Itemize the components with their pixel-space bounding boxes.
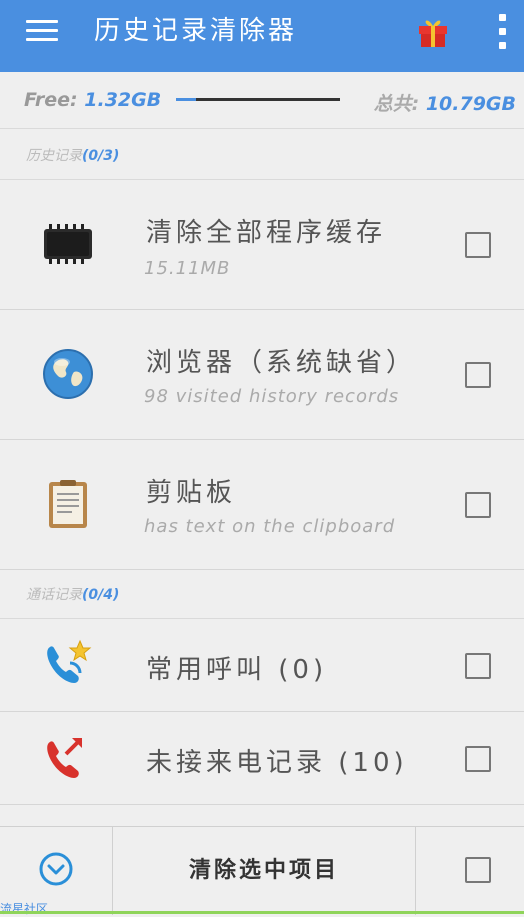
item-title: 清除全部程序缓存	[146, 218, 387, 248]
select-all-checkbox[interactable]	[465, 857, 491, 883]
storage-usage-bar	[176, 98, 340, 101]
more-vert-icon[interactable]	[490, 12, 516, 52]
item-checkbox[interactable]	[465, 492, 491, 518]
item-checkbox[interactable]	[465, 232, 491, 258]
free-label: Free:	[24, 89, 78, 111]
storage-usage-fill	[176, 98, 196, 101]
item-subtitle: has text on the clipboard	[144, 516, 396, 537]
item-subtitle: 98 visited history records	[144, 386, 400, 407]
phone-star-icon	[40, 639, 96, 689]
item-title: 浏览器（系统缺省）	[146, 348, 417, 378]
item-title: 未接来电记录 (10)	[146, 748, 408, 778]
globe-icon	[40, 346, 96, 402]
section-count: (0/3)	[82, 148, 120, 164]
app-bar: 历史记录清除器	[0, 0, 524, 72]
total-value: 10.79GB	[425, 93, 516, 115]
item-title: 常用呼叫 (0)	[146, 655, 328, 685]
section-header-calls: 通话记录(0/4)	[0, 570, 524, 619]
section-count: (0/4)	[82, 587, 120, 603]
item-checkbox[interactable]	[465, 746, 491, 772]
chevron-down-circle-icon[interactable]	[38, 851, 74, 887]
watermark: 流星社区	[0, 902, 49, 916]
free-space: Free: 1.32GB	[24, 89, 161, 111]
section-header-history: 历史记录(0/3)	[0, 129, 524, 180]
item-checkbox[interactable]	[465, 362, 491, 388]
total-label: 总共:	[373, 93, 420, 115]
list-item-frequent-calls[interactable]: 常用呼叫 (0)	[0, 619, 524, 712]
list-item-missed-calls[interactable]: 未接来电记录 (10)	[0, 712, 524, 805]
divider	[415, 827, 416, 915]
bottom-action-bar: 清除选中项目	[0, 826, 524, 915]
memory-chip-icon	[40, 216, 96, 272]
total-space: 总共: 10.79GB	[374, 89, 516, 116]
gift-icon[interactable]	[416, 14, 450, 48]
free-value: 1.32GB	[84, 89, 162, 111]
list-item-clipboard[interactable]: 剪贴板 has text on the clipboard	[0, 440, 524, 570]
menu-icon[interactable]	[26, 20, 58, 42]
missed-call-icon	[40, 732, 96, 782]
storage-info: Free: 1.32GB 总共: 10.79GB	[0, 72, 524, 129]
list-item-browser[interactable]: 浏览器（系统缺省） 98 visited history records	[0, 310, 524, 440]
list-item-cache[interactable]: 清除全部程序缓存 15.11MB	[0, 180, 524, 310]
item-title: 剪贴板	[146, 478, 237, 508]
section-label: 通话记录	[26, 587, 82, 603]
app-title: 历史记录清除器	[94, 16, 298, 46]
clear-selected-button[interactable]: 清除选中项目	[113, 827, 415, 915]
section-label: 历史记录	[26, 148, 82, 164]
item-checkbox[interactable]	[465, 653, 491, 679]
item-subtitle: 15.11MB	[144, 258, 231, 279]
clipboard-icon	[40, 476, 96, 532]
